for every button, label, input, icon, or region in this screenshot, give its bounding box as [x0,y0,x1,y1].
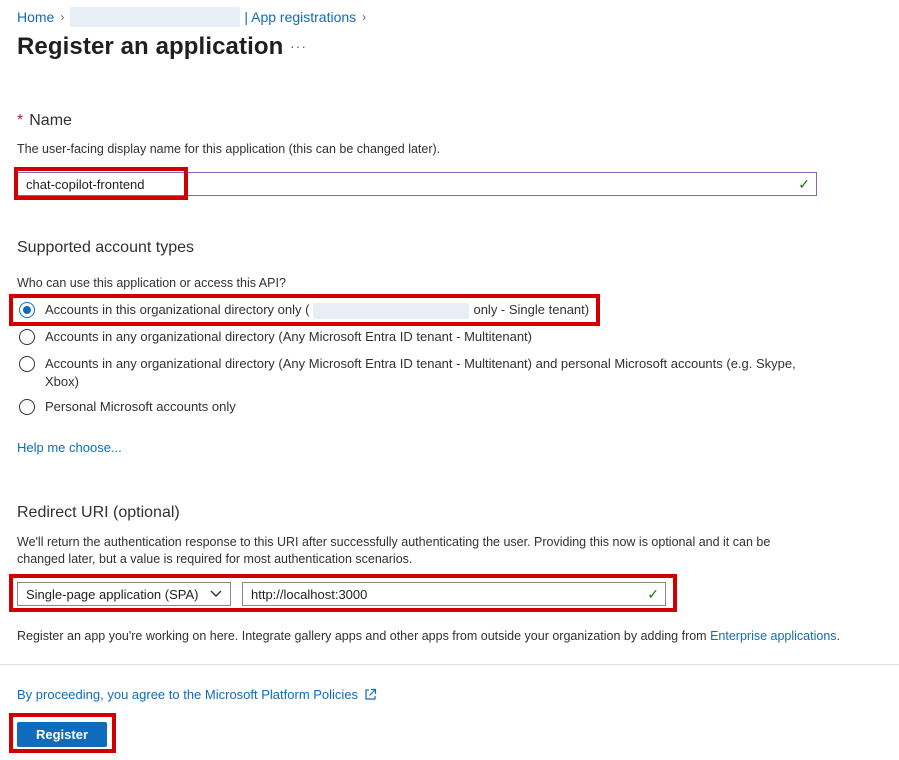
checkmark-icon: ✓ [798,176,810,192]
checkmark-icon: ✓ [647,586,659,602]
name-description: The user-facing display name for this ap… [17,142,441,156]
platform-select[interactable]: Single-page application (SPA) [17,582,231,606]
divider [0,664,899,665]
redirect-description: We'll return the authentication response… [17,535,771,566]
redirect-heading: Redirect URI (optional) [17,504,180,521]
breadcrumb-app-registrations[interactable]: | App registrations [244,9,356,25]
name-heading-label: Name [29,112,72,129]
account-types-heading: Supported account types [17,239,195,256]
radio-personal-only[interactable]: Personal Microsoft accounts only [19,399,236,415]
more-options-icon[interactable]: ··· [290,38,307,54]
policy-link-row: By proceeding, you agree to the Microsof… [17,687,377,702]
redacted-tenant [70,7,241,27]
radio-multitenant[interactable]: Accounts in any organizational directory… [19,329,532,345]
chevron-right-icon: › [362,10,367,24]
enterprise-applications-link[interactable]: Enterprise applications [710,629,836,643]
platform-policies-link[interactable]: By proceeding, you agree to the Microsof… [17,687,358,702]
page-title: Register an application [17,33,284,60]
redirect-uri-value: http://localhost:3000 [251,586,368,602]
required-mark: * [17,112,24,129]
radio-single-tenant[interactable]: Accounts in this organizational director… [19,302,589,319]
radio-unselected-icon[interactable] [19,356,35,372]
help-me-choose-link[interactable]: Help me choose... [17,440,122,455]
platform-select-value: Single-page application (SPA) [26,586,199,602]
name-input-value: chat-copilot-frontend [26,176,145,192]
name-heading: * Name [17,112,72,130]
radio-multitenant-personal[interactable]: Accounts in any organizational directory… [19,355,809,391]
gallery-note: Register an app you're working on here. … [17,629,841,643]
name-input[interactable]: chat-copilot-frontend ✓ [17,172,817,196]
radio-multitenant-personal-label: Accounts in any organizational directory… [45,356,796,389]
radio-single-tenant-label: Accounts in this organizational director… [45,302,590,319]
chevron-down-icon [210,590,222,597]
breadcrumb: Home › | App registrations › [17,7,372,27]
radio-multitenant-label: Accounts in any organizational directory… [45,329,532,344]
radio-unselected-icon[interactable] [19,329,35,345]
account-types-question: Who can use this application or access t… [17,276,286,290]
redacted-org-name [313,302,470,319]
register-button[interactable]: Register [17,722,107,747]
radio-selected-icon[interactable] [19,302,35,318]
chevron-right-icon: › [60,10,65,24]
redirect-uri-input[interactable]: http://localhost:3000 ✓ [242,582,666,606]
radio-unselected-icon[interactable] [19,399,35,415]
breadcrumb-home[interactable]: Home [17,9,54,25]
external-link-icon [365,688,377,700]
radio-personal-only-label: Personal Microsoft accounts only [45,399,236,414]
